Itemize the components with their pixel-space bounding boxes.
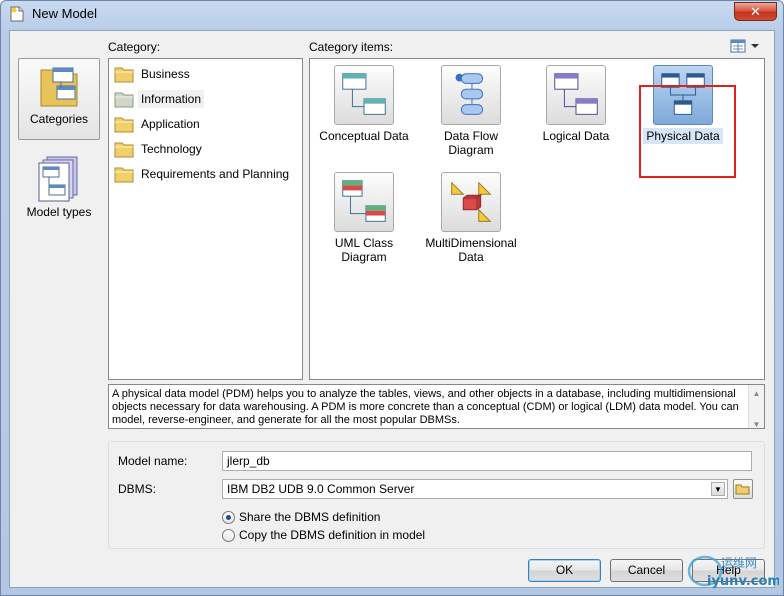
folder-icon [114, 167, 134, 183]
dbms-value: IBM DB2 UDB 9.0 Common Server [227, 482, 415, 496]
cancel-button[interactable]: Cancel [610, 559, 683, 582]
category-label-information: Information [138, 90, 205, 108]
model-nav: Categories Model types [18, 58, 106, 378]
model-types-stack-icon [38, 156, 78, 202]
description-scrollbar[interactable]: ▲ ▼ [748, 385, 764, 431]
item-conceptual-data[interactable]: Conceptual Data [314, 65, 414, 143]
radio-share-indicator[interactable] [222, 510, 235, 524]
model-options-group: Model name: jlerp_db DBMS: IBM DB2 UDB 9… [108, 441, 765, 549]
model-name-value: jlerp_db [227, 454, 270, 468]
item-label-conceptual-data: Conceptual Data [319, 129, 409, 143]
new-document-icon [10, 6, 24, 22]
uml-class-diagram-icon [334, 172, 394, 232]
nav-label-model-types: Model types [26, 205, 92, 219]
category-items-label: Category items: [309, 40, 394, 54]
dbms-select[interactable]: IBM DB2 UDB 9.0 Common Server ▼ [222, 479, 728, 499]
item-data-flow-diagram[interactable]: Data Flow Diagram [421, 65, 521, 157]
category-label: Category: [108, 40, 161, 54]
category-item-information[interactable]: Information [114, 88, 205, 110]
close-button[interactable]: ✕ [734, 2, 777, 21]
category-item-application[interactable]: Application [114, 113, 203, 135]
dialog-body: Categories Model types Category: Categor… [9, 30, 775, 588]
ok-button[interactable]: OK [528, 559, 601, 582]
item-label-data-flow-diagram: Data Flow Diagram [443, 129, 499, 157]
folder-icon [114, 67, 134, 83]
scroll-up-icon[interactable]: ▲ [749, 387, 764, 400]
item-multidimensional-data[interactable]: MultiDimensional Data [421, 172, 521, 264]
dbms-label: DBMS: [118, 482, 157, 496]
category-item-requirements[interactable]: Requirements and Planning [114, 163, 292, 185]
category-item-technology[interactable]: Technology [114, 138, 205, 160]
view-mode-toggle-icon[interactable] [730, 39, 760, 53]
nav-item-categories[interactable]: Categories [18, 58, 100, 140]
new-model-dialog: New Model ✕ Categories Model types Categ… [0, 0, 784, 596]
description-box: A physical data model (PDM) helps you to… [108, 384, 765, 429]
category-items-panel[interactable]: Conceptual Data Data Flow Diagram Logica… [309, 58, 765, 380]
watermark-line1: 运维网 [721, 556, 757, 570]
radio-copy-dbms[interactable]: Copy the DBMS definition in model [222, 528, 425, 542]
nav-label-categories: Categories [29, 112, 89, 126]
category-list[interactable]: Business Information Application Technol… [108, 58, 303, 380]
logical-data-icon [546, 65, 606, 125]
chevron-down-icon[interactable]: ▼ [711, 482, 725, 496]
data-flow-diagram-icon [441, 65, 501, 125]
model-name-input[interactable]: jlerp_db [222, 451, 752, 471]
multidimensional-data-icon [441, 172, 501, 232]
item-label-multidimensional-data: MultiDimensional Data [425, 236, 517, 264]
description-text: A physical data model (PDM) helps you to… [112, 388, 739, 426]
item-uml-class-diagram[interactable]: UML Class Diagram [314, 172, 414, 264]
item-label-uml-class-diagram: UML Class Diagram [334, 236, 394, 264]
radio-share-dbms[interactable]: Share the DBMS definition [222, 510, 380, 524]
radio-copy-label: Copy the DBMS definition in model [239, 528, 426, 542]
category-label-application: Application [141, 117, 200, 131]
categories-folder-icon [40, 67, 78, 107]
folder-icon [114, 142, 134, 158]
model-name-label: Model name: [118, 454, 188, 468]
category-item-business[interactable]: Business [114, 63, 193, 85]
nav-item-model-types[interactable]: Model types [18, 150, 100, 232]
scroll-down-icon[interactable]: ▼ [749, 418, 764, 431]
folder-icon [114, 117, 134, 133]
dbms-browse-button[interactable] [733, 479, 753, 499]
folder-icon [114, 92, 134, 108]
watermark-line2: iyunv.com [707, 574, 779, 589]
category-label-requirements: Requirements and Planning [141, 167, 290, 181]
item-label-logical-data: Logical Data [542, 129, 610, 143]
radio-copy-indicator[interactable] [222, 528, 235, 542]
highlight-box [639, 85, 736, 178]
category-label-business: Business [141, 67, 190, 81]
folder-open-icon [735, 484, 750, 495]
radio-share-label: Share the DBMS definition [239, 510, 381, 524]
item-logical-data[interactable]: Logical Data [526, 65, 626, 143]
window-title: New Model [32, 6, 98, 21]
conceptual-data-icon [334, 65, 394, 125]
close-icon: ✕ [750, 3, 761, 19]
title-bar[interactable]: New Model ✕ [1, 1, 783, 27]
category-label-technology: Technology [141, 142, 202, 156]
watermark-logo: 运维网 iyunv.com [687, 555, 779, 589]
